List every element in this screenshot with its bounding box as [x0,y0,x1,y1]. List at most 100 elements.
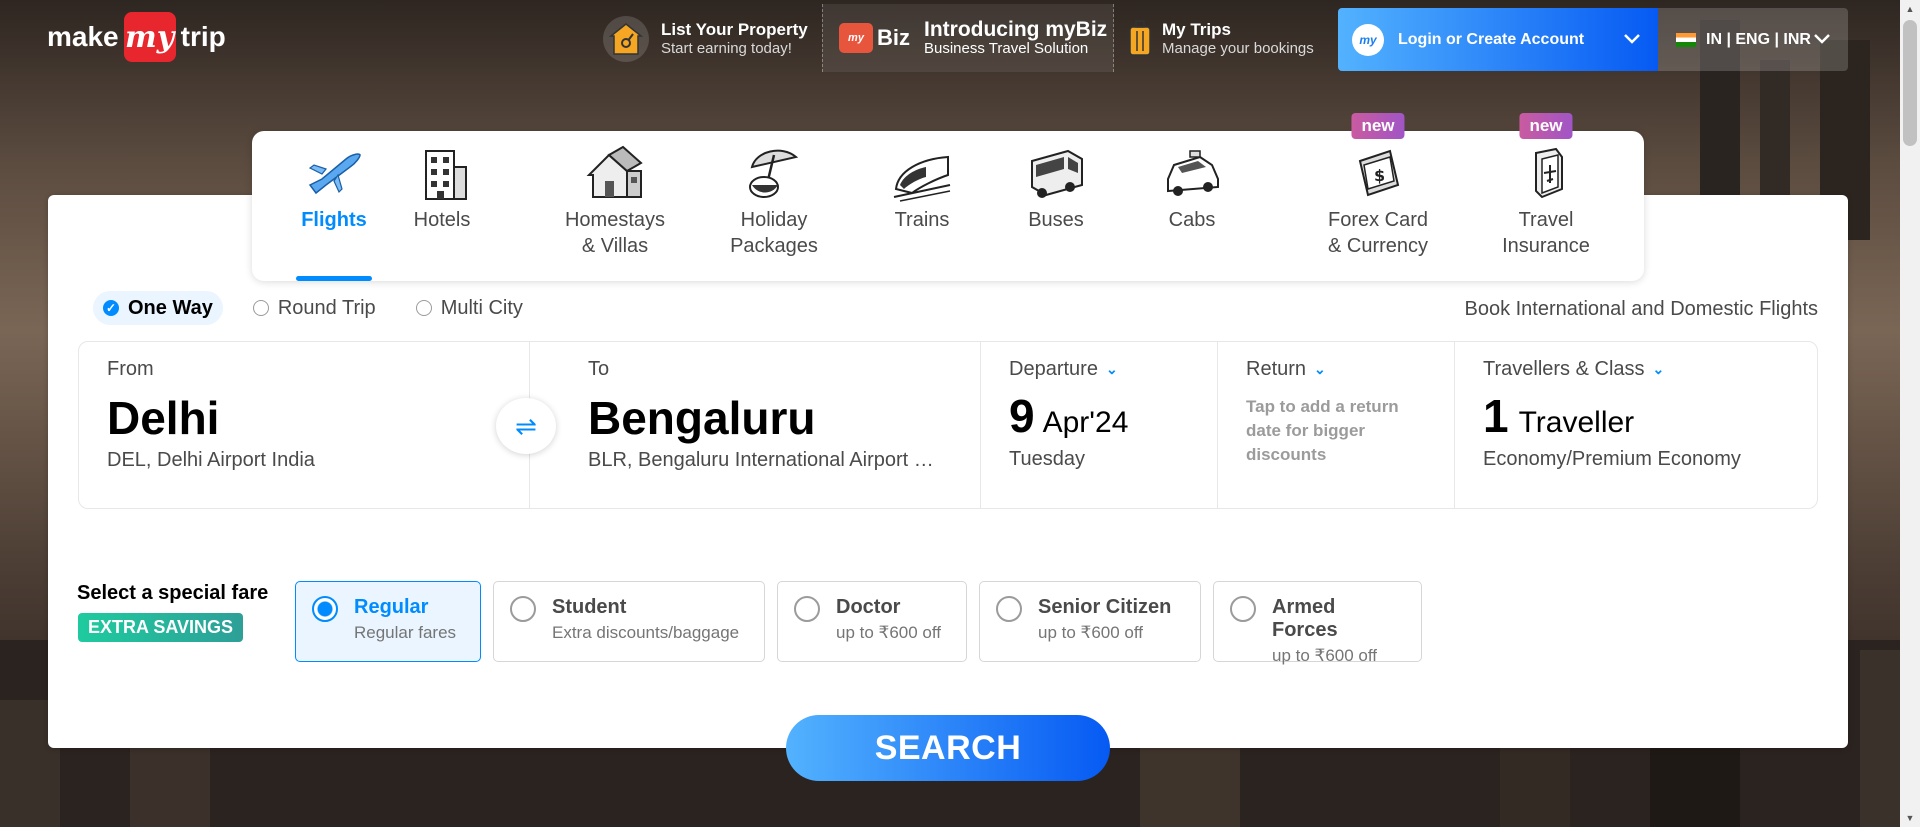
fare-name: Regular [354,596,429,618]
my-trips-link[interactable]: My Trips Manage your bookings [1124,8,1314,70]
list-property-link[interactable]: List Your Property Start earning today! [603,8,808,70]
chevron-down-icon: ⌄ [1652,361,1665,377]
mybiz-logo: my Biz [839,23,910,53]
nav-forex[interactable]: new $ Forex Card & Currency [1324,113,1432,281]
trip-type-selector: ✓ One Way Round Trip Multi City [93,291,553,325]
fare-desc: Extra discounts/baggage [552,623,740,642]
departure-field[interactable]: Departure ⌄ 9 Apr'24 Tuesday [981,342,1218,508]
train-icon [893,155,951,202]
nav-buses-label: Buses [1028,209,1084,231]
scroll-down-arrow-icon[interactable]: ▼ [1900,809,1920,827]
nav-insurance-label-line2: Insurance [1502,235,1590,257]
fare-name: Doctor [836,596,901,618]
hotel-icon [425,150,467,200]
insurance-icon [1535,147,1563,199]
nav-trains[interactable]: Trains [882,131,962,281]
nav-buses[interactable]: Buses [1014,131,1098,281]
mybiz-subtitle: Business Travel Solution [924,40,1089,58]
fare-desc: up to ₹600 off [1038,623,1144,642]
logo-my-mark: my [123,12,176,62]
nav-holiday-packages[interactable]: Holiday Packages [726,131,822,281]
svg-text:$: $ [1374,166,1385,185]
special-fare-options: Regular Regular fares Student Extra disc… [295,581,1434,665]
from-city: Delhi [107,392,220,444]
car-icon [1167,150,1219,196]
mybiz-logo-word: Biz [877,25,910,50]
swap-arrows-icon: ⇌ [515,410,537,441]
travellers-class-field[interactable]: Travellers & Class ⌄ 1 Traveller Economy/… [1455,342,1817,508]
flight-search-fields: From Delhi DEL, Delhi Airport India To B… [78,341,1818,509]
fare-desc: up to ₹600 off [1272,646,1378,665]
chevron-down-icon: ⌄ [1314,361,1326,377]
checked-radio-icon [312,596,338,622]
fare-option-armed-forces[interactable]: Armed Forces up to ₹600 off [1213,581,1422,665]
nav-cabs[interactable]: Cabs [1154,131,1230,281]
to-field[interactable]: To Bengaluru BLR, Bengaluru Internationa… [530,342,981,508]
fare-name: Senior Citizen [1038,596,1172,618]
radio-icon [1230,596,1256,622]
special-fare-title: Select a special fare [77,582,269,604]
nav-cabs-label: Cabs [1168,209,1216,231]
house-icon [586,145,643,198]
locale-label: IN | ENG | INR [1706,30,1811,48]
return-field[interactable]: Return ⌄ Tap to add a return date for big… [1218,342,1455,508]
departure-month: Apr'24 [1042,406,1129,439]
my-trips-title: My Trips [1162,20,1231,39]
trip-type-one-way[interactable]: ✓ One Way [93,291,223,325]
trip-type-multi-city[interactable]: Multi City [406,291,533,325]
fare-desc: Regular fares [354,623,457,642]
briefcase-icon: my [839,23,873,53]
fare-option-senior-citizen[interactable]: Senior Citizen up to ₹600 off [979,581,1201,662]
checked-radio-icon: ✓ [103,300,119,316]
mmt-user-icon: my [1352,23,1384,56]
new-badge: new [1351,113,1405,139]
scroll-up-arrow-icon[interactable]: ▲ [1900,0,1920,18]
my-trips-subtitle: Manage your bookings [1162,40,1314,58]
travel-class: Economy/Premium Economy [1483,448,1741,470]
return-hint: Tap to add a return date for bigger disc… [1246,397,1399,464]
chevron-down-icon: ⌄ [1105,361,1118,377]
fare-option-student[interactable]: Student Extra discounts/baggage [493,581,765,662]
from-field[interactable]: From Delhi DEL, Delhi Airport India [79,342,530,508]
chevron-down-icon [1814,31,1830,49]
india-flag-icon [1676,32,1696,47]
scrollbar-thumb[interactable] [1903,20,1917,146]
fare-option-doctor[interactable]: Doctor up to ₹600 off [777,581,967,662]
list-property-title: List Your Property [661,20,808,39]
fare-option-regular[interactable]: Regular Regular fares [295,581,481,662]
departure-day: 9 [1009,390,1035,442]
traveller-word: Traveller [1518,406,1635,439]
nav-hotels[interactable]: Hotels [402,131,482,281]
locale-selector[interactable]: IN | ENG | INR [1658,8,1848,71]
suitcase-icon [1124,16,1156,62]
logo-trip-text: trip [180,21,226,52]
login-create-account-button[interactable]: my Login or Create Account [1338,8,1658,71]
nav-homestays[interactable]: Homestays & Villas [562,131,668,281]
fare-name: Armed Forces [1272,596,1338,641]
new-badge: new [1519,113,1573,139]
swap-cities-button[interactable]: ⇌ [496,398,556,454]
mybiz-link[interactable]: my Biz Introducing myBiz Business Travel… [822,4,1114,72]
from-airport: DEL, Delhi Airport India [107,449,315,471]
return-label: Return [1246,358,1307,380]
radio-icon [510,596,536,622]
makemytrip-logo[interactable]: make my trip [47,12,226,62]
search-button[interactable]: SEARCH [786,715,1110,781]
nav-insurance-label: Travel [1518,209,1574,231]
product-nav-bar: Flights Hotels Homestays & Villas Holida… [252,113,1644,281]
logo-make-text: make [47,21,119,52]
to-label: To [588,358,610,380]
book-intl-domestic-text: Book International and Domestic Flights [1464,298,1818,320]
fare-desc: up to ₹600 off [836,623,942,642]
trip-type-label: One Way [128,296,213,319]
nav-forex-label: Forex Card [1327,209,1429,231]
key-house-icon [603,16,649,62]
trip-type-round-trip[interactable]: Round Trip [243,291,386,325]
list-property-subtitle: Start earning today! [661,40,792,58]
trip-type-label: Multi City [440,296,523,319]
to-city: Bengaluru [588,392,816,444]
radio-icon [996,596,1022,622]
nav-flights[interactable]: Flights [296,131,372,281]
nav-travel-insurance[interactable]: new Travel Insurance [1494,113,1598,281]
page-scrollbar[interactable]: ▲ ▼ [1900,0,1920,827]
